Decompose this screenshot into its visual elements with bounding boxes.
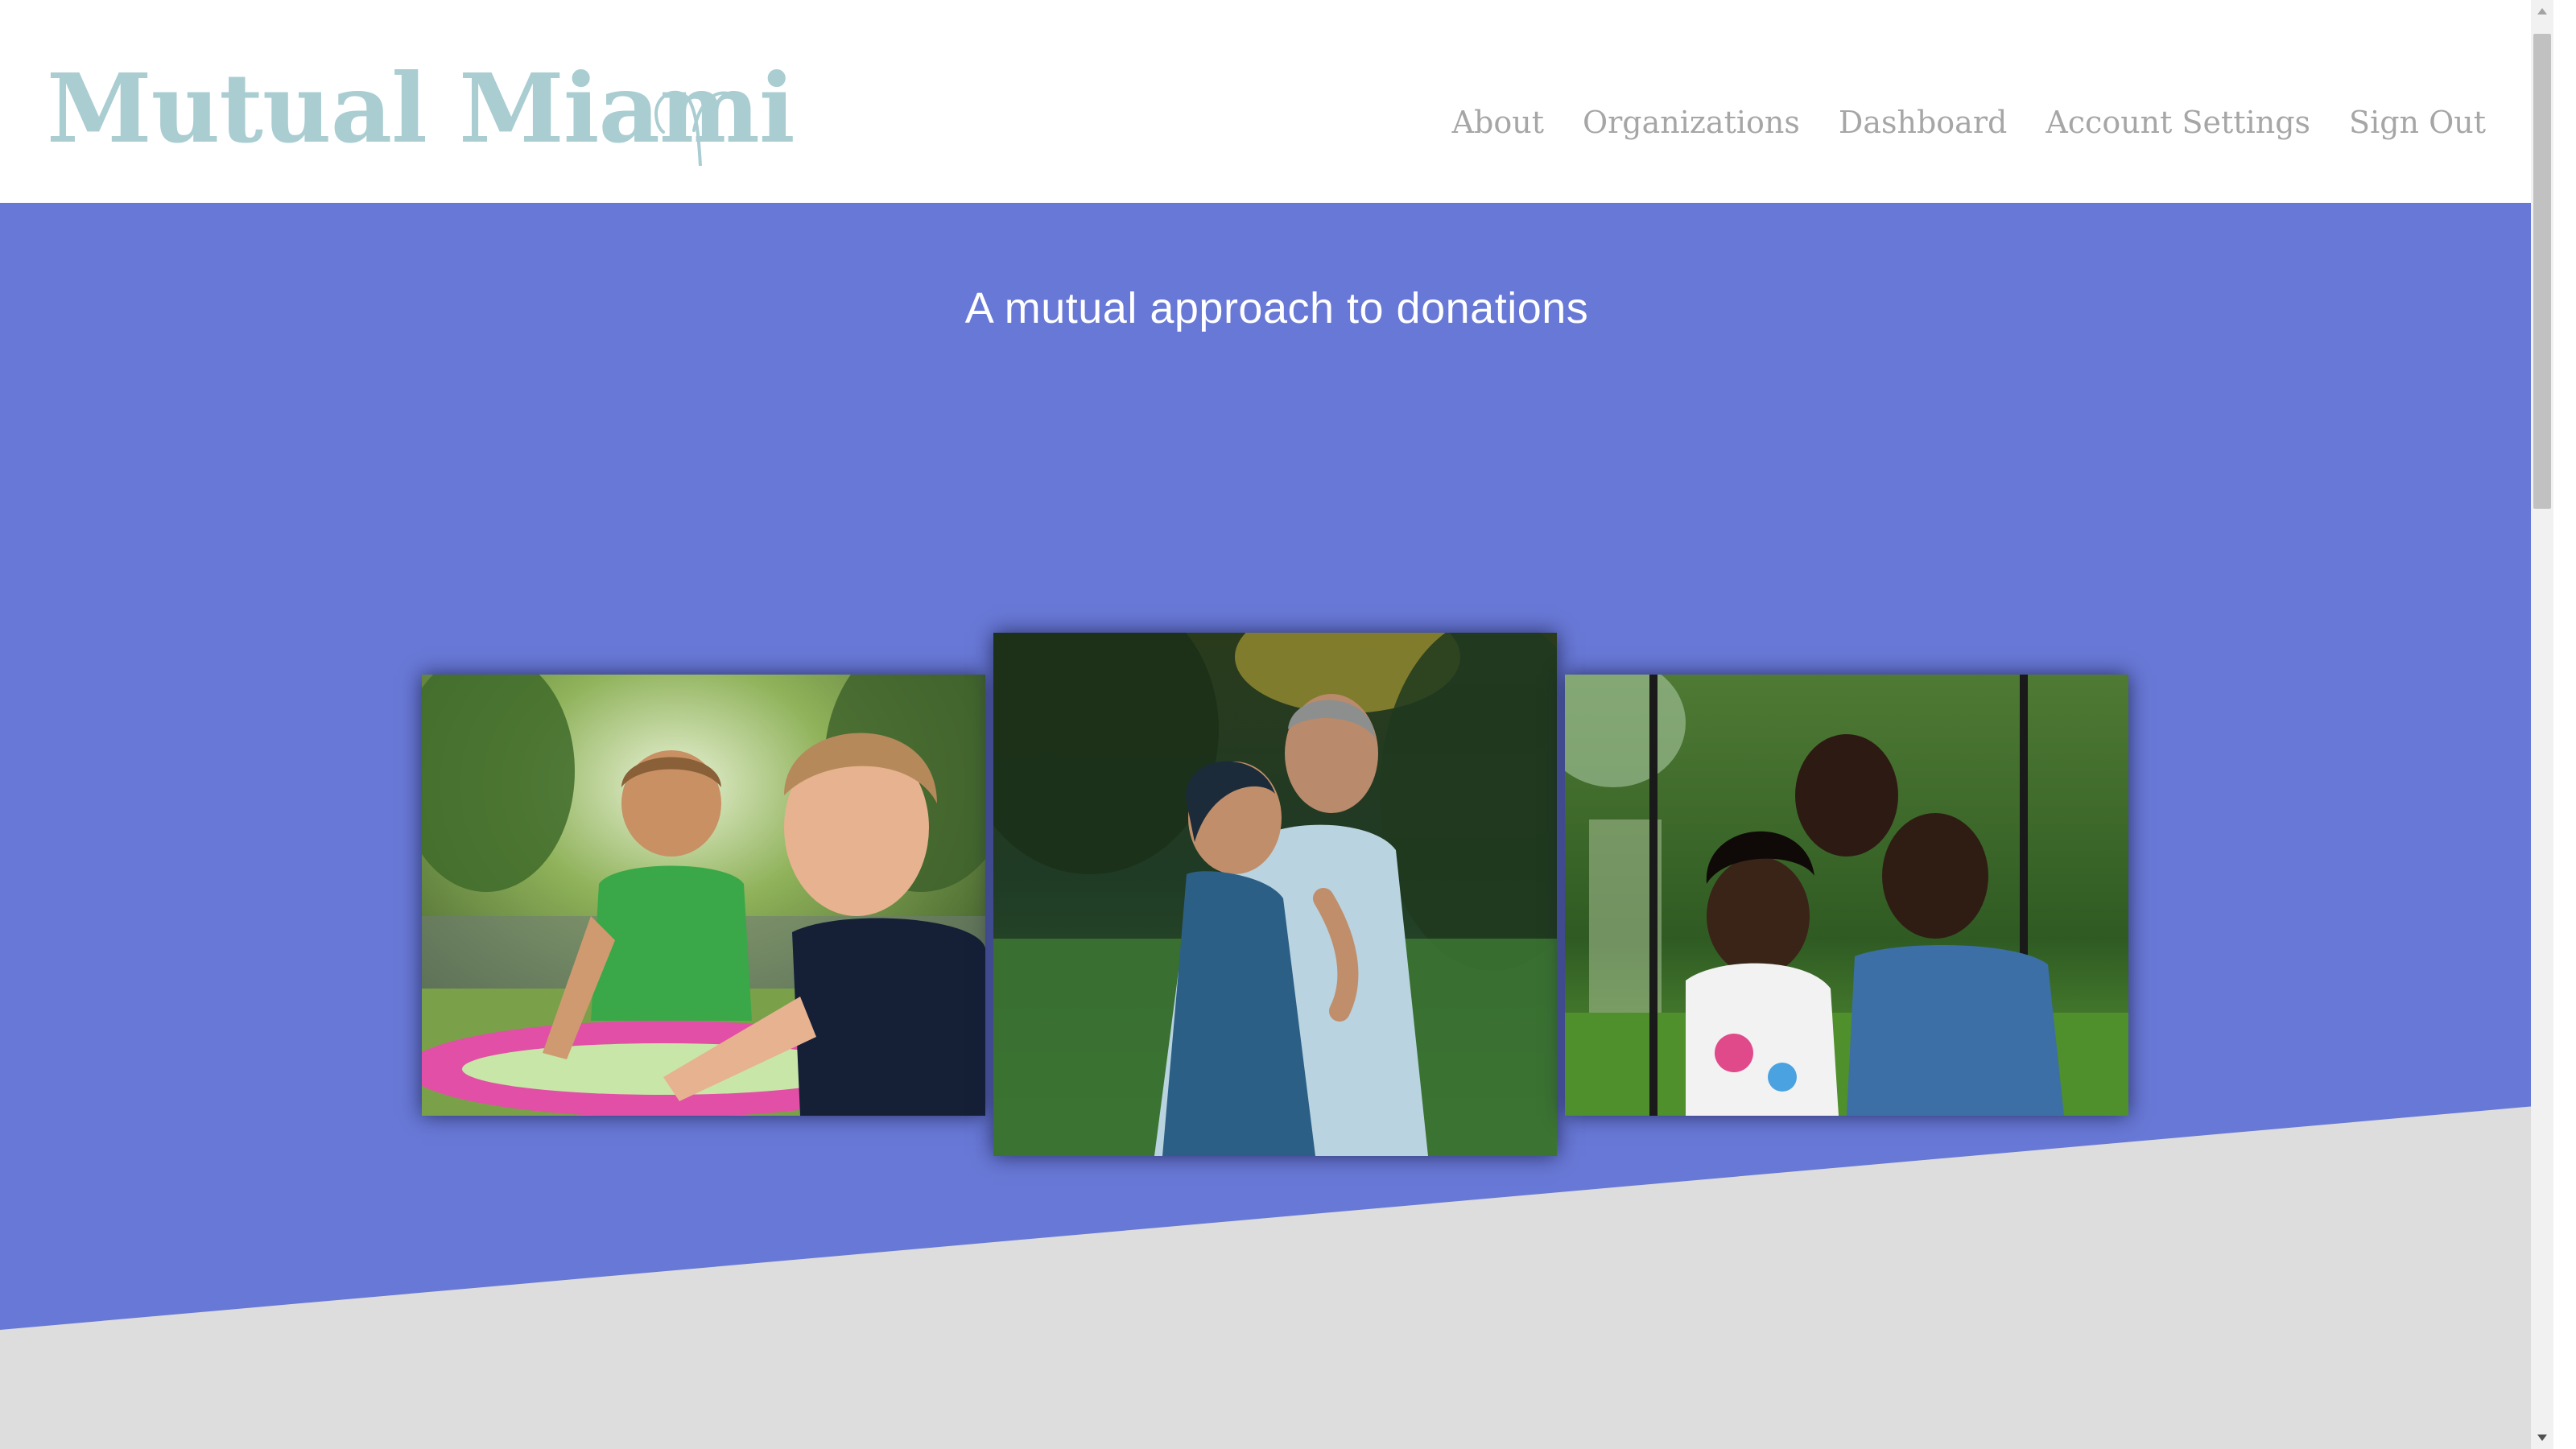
nav-account-settings[interactable]: Account Settings [2046,105,2310,140]
photo-kids-pool [422,675,985,1116]
scroll-up-arrow-icon[interactable] [2531,0,2553,23]
nav-about[interactable]: About [1452,105,1544,140]
scroll-down-arrow-icon[interactable] [2531,1426,2553,1449]
vertical-scrollbar[interactable] [2531,0,2553,1449]
main-nav: About Organizations Dashboard Account Se… [1452,105,2486,140]
site-logo[interactable]: Mutual Miami [47,48,795,177]
hero-section: A mutual approach to donations [0,203,2553,1449]
page: Mutual Miami About Organizations Dashboa… [0,0,2553,1449]
sprout-icon [654,90,741,166]
photo-kids-swing [1565,675,2128,1116]
nav-dashboard[interactable]: Dashboard [1839,105,2007,140]
site-header: Mutual Miami About Organizations Dashboa… [0,0,2553,203]
hero-tagline: A mutual approach to donations [964,284,1589,332]
scroll-thumb[interactable] [2533,34,2551,509]
photo-embrace [993,633,1557,1156]
nav-sign-out[interactable]: Sign Out [2349,105,2486,140]
nav-organizations[interactable]: Organizations [1583,105,1800,140]
